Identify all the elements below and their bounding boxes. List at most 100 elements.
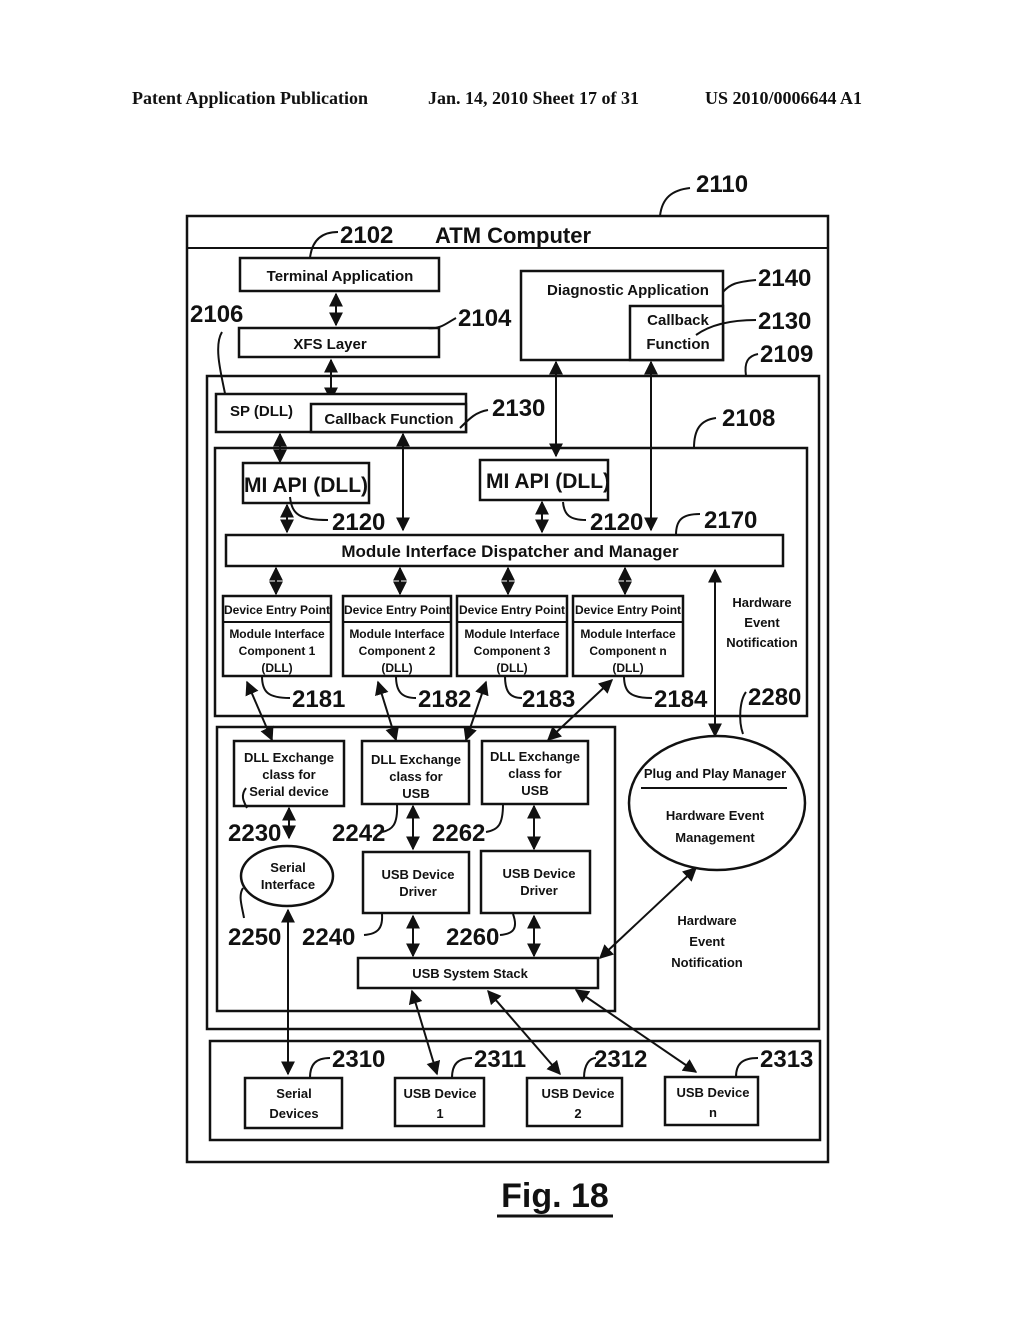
component-n-entry: Device Entry Point bbox=[575, 603, 681, 617]
usb-driver2-line-2: Driver bbox=[520, 883, 558, 898]
atm-computer-title: ATM Computer bbox=[435, 223, 591, 248]
dll-usb1-line-3: USB bbox=[402, 786, 429, 801]
dispatcher-label: Module Interface Dispatcher and Manager bbox=[341, 542, 679, 561]
ref-2102: 2102 bbox=[340, 222, 393, 249]
arrow-stack-usb-device-1 bbox=[408, 989, 441, 1076]
sp-dll-label: SP (DLL) bbox=[230, 403, 293, 420]
arrow-comp2-dll-usb1 bbox=[375, 680, 399, 742]
leader-2120-b bbox=[562, 501, 587, 521]
diagnostic-application-label: Diagnostic Application bbox=[547, 282, 709, 299]
usb-system-stack-label: USB System Stack bbox=[412, 966, 528, 981]
leader-2183 bbox=[504, 675, 523, 699]
serial-devices-line-1: Serial bbox=[276, 1086, 311, 1101]
leader-2310 bbox=[309, 1057, 331, 1079]
ref-2310: 2310 bbox=[332, 1046, 385, 1073]
ref-2182: 2182 bbox=[418, 686, 471, 713]
ref-2242: 2242 bbox=[332, 820, 385, 847]
leader-2181 bbox=[261, 675, 291, 699]
ref-2110: 2110 bbox=[696, 171, 748, 198]
leader-2250 bbox=[239, 887, 245, 919]
leader-2260 bbox=[499, 913, 517, 936]
component-n-line-1: Module Interface bbox=[580, 627, 676, 641]
component-1-line-3: (DLL) bbox=[261, 661, 292, 675]
component-n-line-2: Component n bbox=[589, 644, 666, 658]
leader-2170 bbox=[675, 513, 701, 536]
leader-2280 bbox=[739, 691, 747, 735]
ref-2104: 2104 bbox=[458, 305, 512, 332]
usb-device-2-line-2: 2 bbox=[574, 1106, 581, 1121]
mi-api-label-2: MI API (DLL) bbox=[486, 470, 610, 493]
leader-2311 bbox=[451, 1057, 473, 1079]
component-3-entry: Device Entry Point bbox=[459, 603, 565, 617]
mi-api-label-1: MI API (DLL) bbox=[244, 474, 368, 497]
pnp-title: Plug and Play Manager bbox=[644, 766, 786, 781]
leader-2110 bbox=[659, 187, 691, 217]
usb-driver2-line-1: USB Device bbox=[503, 866, 576, 881]
xfs-layer-label: XFS Layer bbox=[293, 336, 367, 353]
ref-2313: 2313 bbox=[760, 1046, 813, 1073]
plug-and-play-manager-ellipse bbox=[627, 734, 807, 872]
usb-device-1-line-1: USB Device bbox=[404, 1086, 477, 1101]
hw-notification-bottom-3: Notification bbox=[671, 955, 743, 970]
leader-2240 bbox=[363, 913, 384, 936]
terminal-application-label: Terminal Application bbox=[267, 268, 414, 285]
component-3-line-3: (DLL) bbox=[496, 661, 527, 675]
component-1-line-1: Module Interface bbox=[229, 627, 325, 641]
serial-interface-ellipse bbox=[239, 844, 335, 908]
ref-2240: 2240 bbox=[302, 924, 355, 951]
ref-2181: 2181 bbox=[292, 686, 345, 713]
component-1-entry: Device Entry Point bbox=[224, 603, 330, 617]
leader-2140 bbox=[722, 279, 757, 293]
leader-2182 bbox=[395, 675, 417, 699]
ref-2106: 2106 bbox=[190, 301, 243, 328]
ref-2250: 2250 bbox=[228, 924, 281, 951]
component-3: Device Entry Point Module Interface Comp… bbox=[455, 594, 569, 678]
component-n-line-3: (DLL) bbox=[612, 661, 643, 675]
pnp-body-line-1: Hardware Event bbox=[666, 808, 765, 823]
arrow-comp1-dll-serial bbox=[245, 680, 274, 742]
component-1-line-2: Component 1 bbox=[239, 644, 316, 658]
usb-device-2-line-1: USB Device bbox=[542, 1086, 615, 1101]
ref-2130-diag: 2130 bbox=[758, 308, 811, 335]
ref-2109: 2109 bbox=[760, 341, 813, 368]
leader-2313 bbox=[735, 1057, 759, 1078]
pnp-body-line-2: Management bbox=[675, 830, 755, 845]
diagnostic-callback-label-2: Function bbox=[646, 336, 709, 353]
leader-2106 bbox=[217, 331, 227, 399]
component-2-line-1: Module Interface bbox=[349, 627, 445, 641]
atm-architecture-diagram: ATM Computer 2110 2102 Terminal Applicat… bbox=[185, 171, 830, 1218]
dll-usb2-line-2: class for bbox=[508, 766, 561, 781]
hw-notification-top-3: Notification bbox=[726, 635, 798, 650]
hw-notification-bottom-2: Event bbox=[689, 934, 725, 949]
component-2-entry: Device Entry Point bbox=[344, 603, 450, 617]
component-2-line-2: Component 2 bbox=[359, 644, 436, 658]
leader-2109 bbox=[744, 353, 759, 377]
serial-devices-line-2: Devices bbox=[269, 1106, 318, 1121]
ref-2120-a: 2120 bbox=[332, 509, 385, 536]
ref-2311: 2311 bbox=[474, 1046, 526, 1073]
component-2-line-3: (DLL) bbox=[381, 661, 412, 675]
leader-2108 bbox=[693, 417, 717, 449]
component-3-line-1: Module Interface bbox=[464, 627, 560, 641]
usb-device-n-line-2: n bbox=[709, 1105, 717, 1120]
component-n: Device Entry Point Module Interface Comp… bbox=[571, 594, 685, 678]
leader-2102 bbox=[309, 231, 339, 259]
usb-device-n-line-1: USB Device bbox=[677, 1085, 750, 1100]
ref-2120-b: 2120 bbox=[590, 509, 643, 536]
ref-2260: 2260 bbox=[446, 924, 499, 951]
ref-2312: 2312 bbox=[594, 1046, 647, 1073]
usb-driver1-line-2: Driver bbox=[399, 884, 437, 899]
dll-serial-line-1: DLL Exchange bbox=[244, 750, 334, 765]
ref-2108: 2108 bbox=[722, 405, 775, 432]
ref-2262: 2262 bbox=[432, 820, 485, 847]
ref-2280: 2280 bbox=[748, 684, 801, 711]
component-2: Device Entry Point Module Interface Comp… bbox=[341, 594, 453, 678]
usb-driver-box-2 bbox=[479, 849, 592, 915]
dll-usb2-line-1: DLL Exchange bbox=[490, 749, 580, 764]
component-3-line-2: Component 3 bbox=[474, 644, 551, 658]
dll-usb1-line-1: DLL Exchange bbox=[371, 752, 461, 767]
ref-2184: 2184 bbox=[654, 686, 708, 713]
diagnostic-callback-label-1: Callback bbox=[647, 312, 709, 329]
ref-2140: 2140 bbox=[758, 265, 811, 292]
hw-notification-bottom-1: Hardware bbox=[677, 913, 736, 928]
